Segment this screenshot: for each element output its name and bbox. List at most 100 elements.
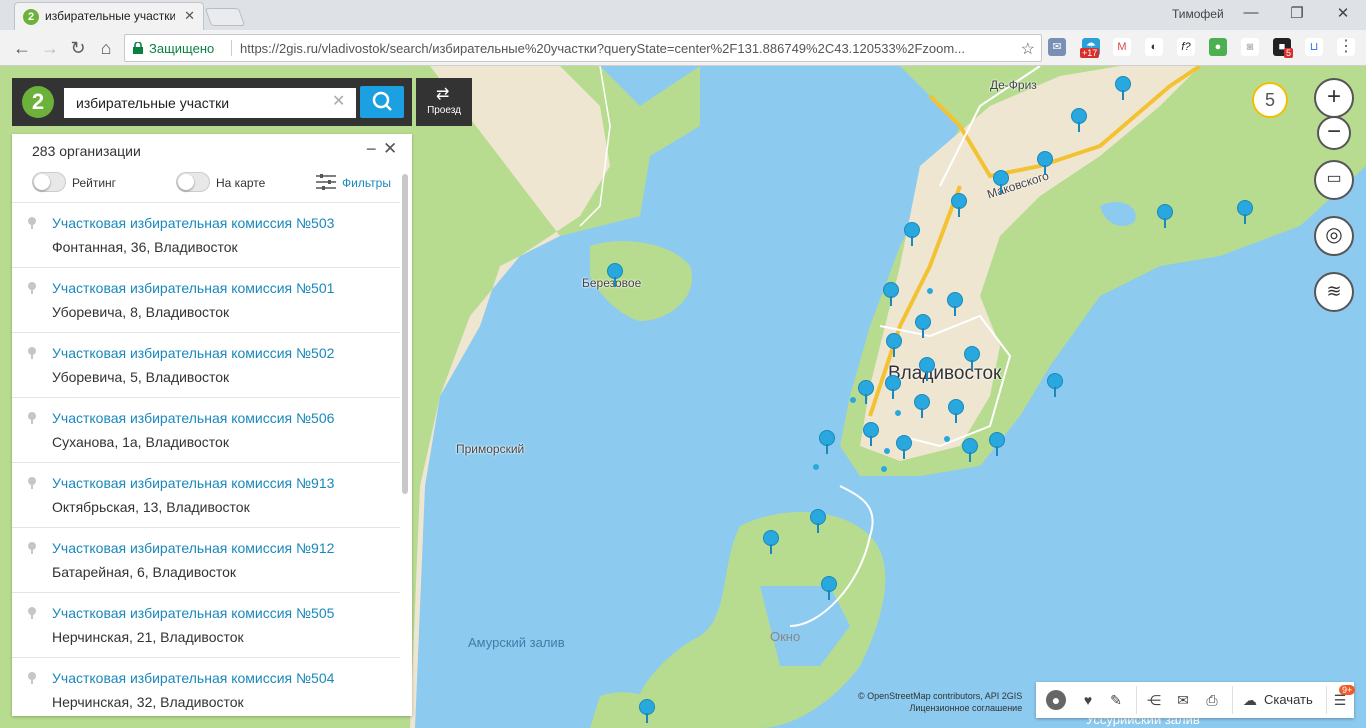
result-title[interactable]: Участковая избирательная комиссия №912	[52, 540, 334, 556]
map-pin[interactable]	[919, 357, 935, 381]
green-extension-icon[interactable]: ●	[1209, 38, 1227, 56]
result-title[interactable]: Участковая избирательная комиссия №503	[52, 215, 334, 231]
share-icon[interactable]: ⋲	[1144, 690, 1164, 710]
clear-search-icon[interactable]: ✕	[332, 91, 345, 111]
map-dot[interactable]	[895, 410, 901, 416]
tab-close-icon[interactable]: ✕	[184, 8, 195, 24]
map-pin[interactable]	[915, 314, 931, 338]
back-arrow-icon[interactable]: ←	[10, 36, 34, 60]
route-button[interactable]: ⇄ Проезд	[416, 78, 472, 126]
ruler-icon[interactable]: ▭	[1314, 160, 1354, 200]
minimize-panel-icon[interactable]: −	[366, 139, 377, 160]
minimize-icon[interactable]: —	[1236, 4, 1266, 21]
map-pin[interactable]	[993, 170, 1009, 194]
forward-arrow-icon[interactable]: →	[38, 36, 62, 60]
formula-extension-icon[interactable]: f?	[1177, 38, 1195, 56]
filters-icon[interactable]	[316, 174, 336, 190]
result-title[interactable]: Участковая избирательная комиссия №504	[52, 670, 334, 686]
close-panel-icon[interactable]: ✕	[383, 139, 397, 159]
list-item[interactable]: Участковая избирательная комиссия №504 Не…	[12, 657, 400, 716]
map-pin[interactable]	[1157, 204, 1173, 228]
list-item[interactable]: Участковая избирательная комиссия №503 Фо…	[12, 202, 400, 267]
map-pin[interactable]	[1237, 200, 1253, 224]
result-title[interactable]: Участковая избирательная комиссия №505	[52, 605, 334, 621]
map-pin[interactable]	[962, 438, 978, 462]
map-dot[interactable]	[813, 464, 819, 470]
results-scrollbar[interactable]	[402, 174, 408, 494]
map-pin[interactable]	[819, 430, 835, 454]
map-pin[interactable]	[763, 530, 779, 554]
list-item[interactable]: Участковая избирательная комиссия №501 Уб…	[12, 267, 400, 332]
map-pin[interactable]	[1047, 373, 1063, 397]
map-pin[interactable]	[989, 432, 1005, 456]
map-pin[interactable]	[904, 222, 920, 246]
result-title[interactable]: Участковая избирательная комиссия №501	[52, 280, 334, 296]
window-close-icon[interactable]: ✕	[1328, 4, 1358, 22]
chrome-menu-icon[interactable]: ⋮	[1337, 38, 1355, 56]
map-dot[interactable]	[884, 448, 890, 454]
license-link[interactable]: Лицензионное соглашение	[858, 702, 1022, 714]
address-bar[interactable]: Защищено https://2gis.ru/vladivostok/sea…	[124, 34, 1042, 62]
copyright-text[interactable]: © OpenStreetMap contributors, API 2GIS	[858, 690, 1022, 702]
list-item[interactable]: Участковая избирательная комиссия №505 Не…	[12, 592, 400, 657]
bookmark-star-icon[interactable]: ☆	[1021, 39, 1035, 59]
map-pin[interactable]	[964, 346, 980, 370]
mail-extension-icon[interactable]: ✉	[1048, 38, 1066, 56]
home-icon[interactable]: ⌂	[94, 36, 118, 60]
profile-name[interactable]: Тимофей	[1172, 7, 1224, 21]
2gis-logo[interactable]: 2	[22, 86, 54, 118]
map-pin[interactable]	[1037, 151, 1053, 175]
download-button[interactable]: Скачать	[1264, 692, 1313, 707]
list-item[interactable]: Участковая избирательная комиссия №912 Ба…	[12, 527, 400, 592]
email-icon[interactable]: ✉	[1173, 690, 1193, 710]
browser-tab[interactable]: 2 избирательные участки ✕	[14, 2, 204, 30]
list-item[interactable]: Участковая избирательная комиссия №506 Су…	[12, 397, 400, 462]
map-pin[interactable]	[639, 699, 655, 723]
map-dot[interactable]	[927, 288, 933, 294]
gmail-extension-icon[interactable]: M	[1113, 38, 1131, 56]
restore-icon[interactable]: ❐	[1282, 4, 1312, 22]
filters-button[interactable]: Фильтры	[342, 176, 391, 190]
layers-icon[interactable]: ≋	[1314, 272, 1354, 312]
my-location-icon[interactable]: ◎	[1314, 216, 1354, 256]
zoom-in-button[interactable]: +	[1314, 78, 1354, 118]
map-dot[interactable]	[881, 466, 887, 472]
on-map-toggle[interactable]	[176, 172, 210, 192]
rating-toggle[interactable]	[32, 172, 66, 192]
result-title[interactable]: Участковая избирательная комиссия №913	[52, 475, 334, 491]
lock-extension-icon[interactable]: ⊔	[1305, 38, 1323, 56]
map-pin[interactable]	[886, 333, 902, 357]
search-button[interactable]	[360, 86, 404, 118]
new-tab-button[interactable]	[204, 8, 246, 26]
map-pin[interactable]	[1071, 108, 1087, 132]
map-pin[interactable]	[885, 375, 901, 399]
map-pin[interactable]	[883, 282, 899, 306]
bulb-extension-icon[interactable]: ◐	[1145, 38, 1163, 56]
map-pin[interactable]	[947, 292, 963, 316]
list-item[interactable]: Участковая избирательная комиссия №502 Уб…	[12, 332, 400, 397]
search-input[interactable]	[64, 88, 356, 118]
list-item[interactable]: Участковая избирательная комиссия №913 Ок…	[12, 462, 400, 527]
map-pin[interactable]	[896, 435, 912, 459]
map-pin[interactable]	[607, 263, 623, 287]
result-title[interactable]: Участковая избирательная комиссия №502	[52, 345, 334, 361]
avatar[interactable]: ●	[1046, 690, 1066, 710]
zoom-out-button[interactable]: −	[1317, 116, 1351, 150]
map-dot[interactable]	[850, 397, 856, 403]
map-dot[interactable]	[944, 436, 950, 442]
camera-extension-icon[interactable]: ◙	[1241, 38, 1259, 56]
map-pin[interactable]	[821, 576, 837, 600]
print-icon[interactable]: ⎙	[1202, 690, 1222, 710]
reload-icon[interactable]: ↻	[66, 36, 90, 60]
download-icon[interactable]: ☁	[1240, 690, 1260, 710]
map-pin[interactable]	[951, 193, 967, 217]
map-pin[interactable]	[948, 399, 964, 423]
favorites-heart-icon[interactable]: ♥	[1078, 690, 1098, 710]
comments-icon[interactable]: ✎	[1106, 690, 1126, 710]
result-title[interactable]: Участковая избирательная комиссия №506	[52, 410, 334, 426]
map-pin[interactable]	[858, 380, 874, 404]
url-text[interactable]: https://2gis.ru/vladivostok/search/избир…	[240, 41, 1020, 56]
map-pin[interactable]	[863, 422, 879, 446]
map-pin[interactable]	[914, 394, 930, 418]
map-pin[interactable]	[1115, 76, 1131, 100]
